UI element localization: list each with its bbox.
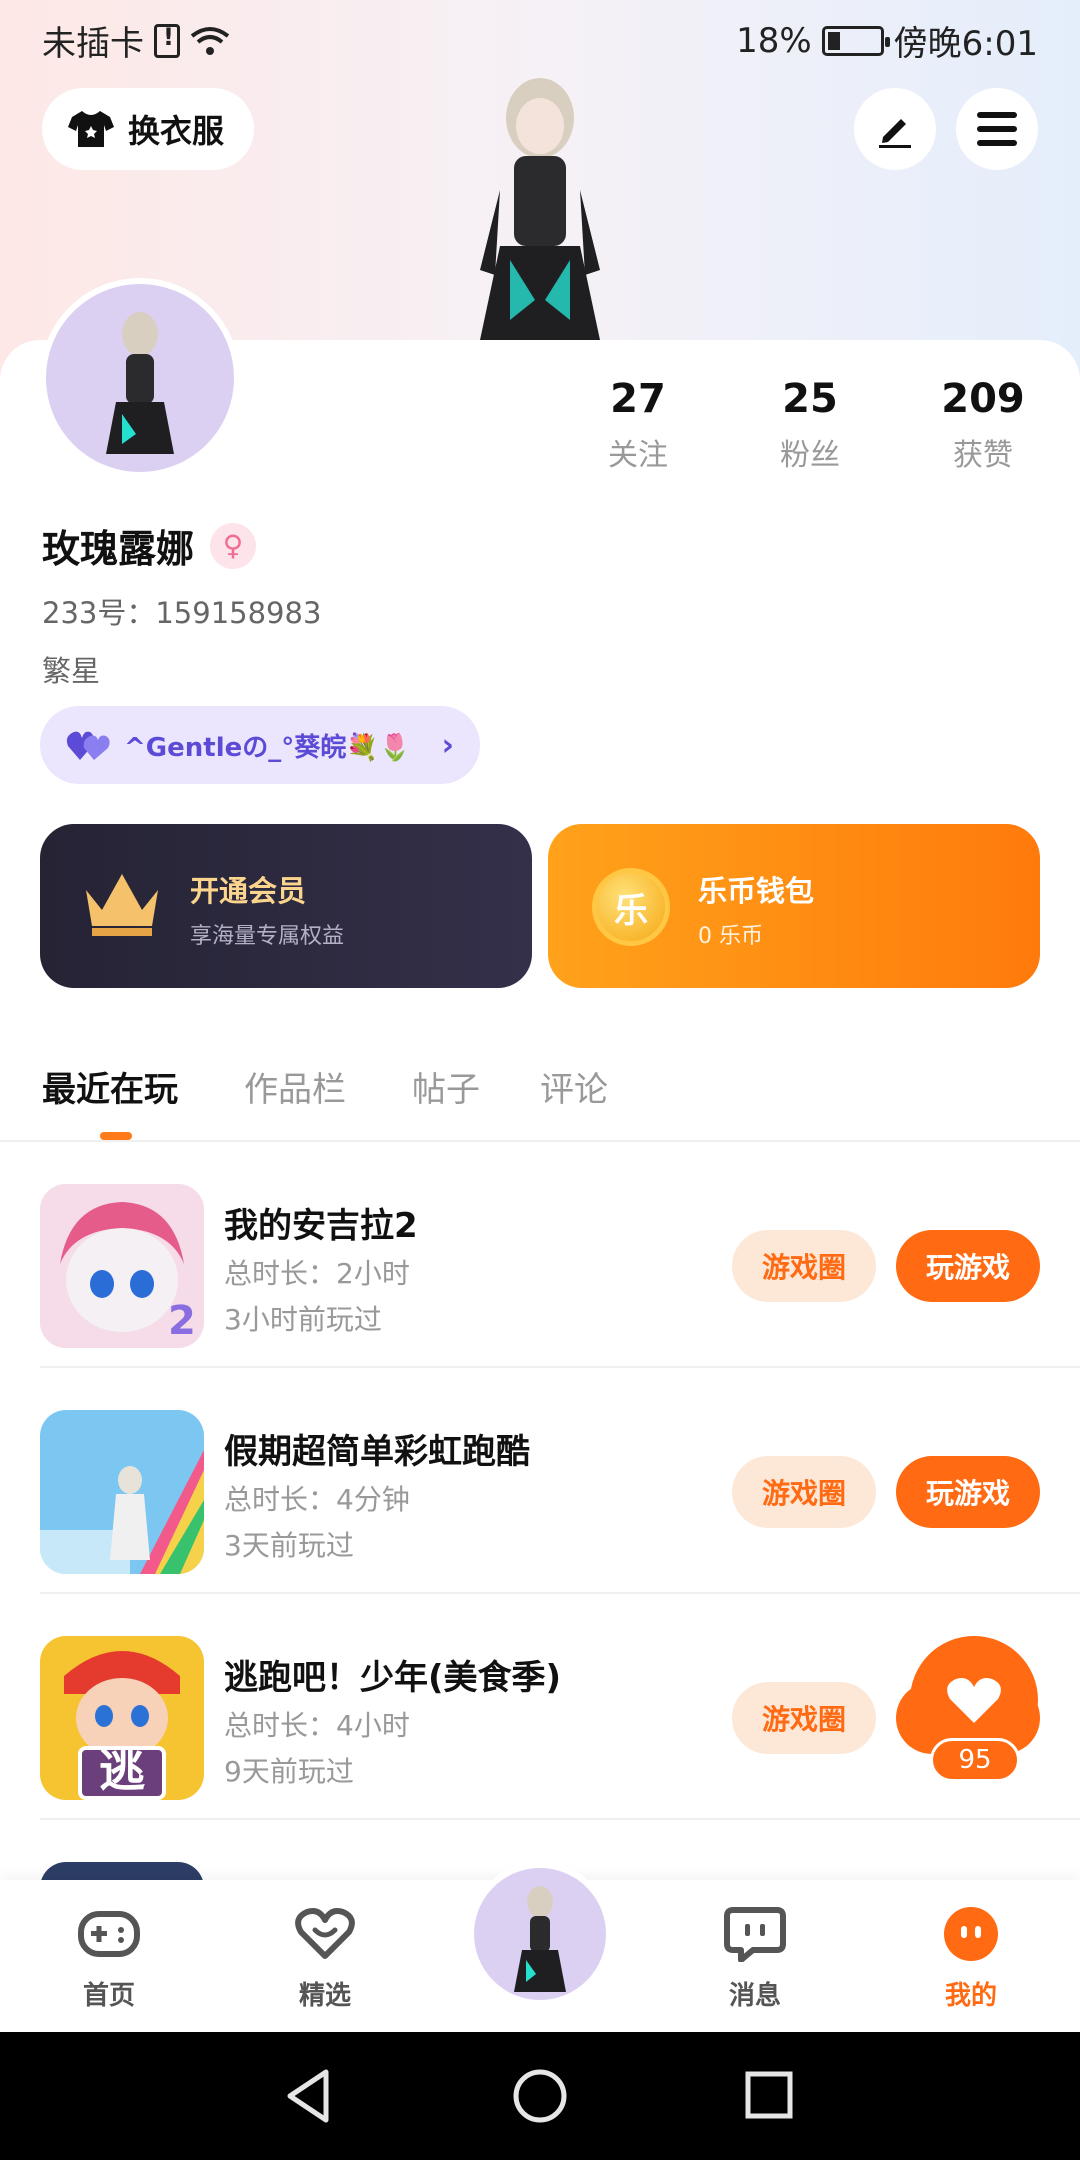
- wifi-icon: [190, 26, 230, 55]
- stat-followers-label: 粉丝: [780, 438, 840, 473]
- nav-messages[interactable]: 消息: [680, 1904, 830, 2012]
- chat-bubble-icon: [724, 1907, 786, 1963]
- nav-avatar-button[interactable]: [468, 1862, 612, 2006]
- recents-icon: [745, 2071, 793, 2119]
- avatar-figure-image: [106, 312, 174, 454]
- stat-followers[interactable]: 25 粉丝: [730, 376, 890, 474]
- sim-alert-icon: [154, 23, 180, 58]
- game-circle-button[interactable]: 游戏圈: [732, 1456, 876, 1528]
- tab-active-indicator: [100, 1132, 132, 1140]
- game-row[interactable]: 假期超简单彩虹跑酷 总时长：4分钟 3天前玩过 游戏圈 玩游戏: [0, 1368, 1080, 1594]
- tab-recently-played[interactable]: 最近在玩: [42, 1062, 178, 1111]
- game-total-duration: 总时长：4分钟: [224, 1483, 410, 1516]
- gamepad-icon: [78, 1911, 140, 1957]
- game-last-played: 3小时前玩过: [224, 1303, 382, 1336]
- name-row: 玫瑰露娜 ♀: [42, 518, 257, 573]
- game-circle-button[interactable]: 游戏圈: [732, 1230, 876, 1302]
- fan-group-tag[interactable]: ^Gentleの_°葵皖💐🌷 ›: [40, 706, 480, 784]
- game-thumbnail[interactable]: [40, 1410, 204, 1574]
- profile-face-icon: [944, 1907, 998, 1961]
- edit-profile-button[interactable]: [854, 88, 936, 170]
- nav-home[interactable]: 首页: [34, 1904, 184, 2012]
- membership-card[interactable]: 开通会员 享海量专属权益: [40, 824, 532, 988]
- female-gender-icon: ♀: [210, 522, 257, 569]
- nav-me-label: 我的: [944, 1981, 997, 2011]
- avatar-figure-image: [514, 1886, 566, 1992]
- membership-title: 开通会员: [190, 874, 307, 908]
- tab-works[interactable]: 作品栏: [244, 1062, 346, 1111]
- heart-icon: [947, 1678, 1001, 1723]
- system-nav-icons: [287, 2069, 793, 2123]
- menu-button[interactable]: [956, 88, 1038, 170]
- nav-messages-label: 消息: [728, 1981, 781, 2011]
- game-total-duration: 总时长：2小时: [224, 1257, 410, 1290]
- clock: 傍晚6:01: [893, 24, 1038, 64]
- battery-percent: 18%: [736, 20, 812, 61]
- system-navigation-bar: [0, 2032, 1080, 2160]
- character-figure-image: [480, 78, 600, 340]
- game-circle-button[interactable]: 游戏圈: [732, 1682, 876, 1754]
- tab-comments[interactable]: 评论: [540, 1062, 608, 1111]
- game-last-played: 9天前玩过: [224, 1755, 354, 1788]
- stat-following-label: 关注: [608, 438, 668, 473]
- game-thumbnail[interactable]: 2: [40, 1184, 204, 1348]
- change-outfit-button[interactable]: 换衣服: [42, 88, 255, 170]
- svg-text:2: 2: [168, 1298, 196, 1344]
- screen: 未插卡 18% 傍晚6:01 换衣服: [0, 0, 1080, 2160]
- change-outfit-label: 换衣服: [128, 112, 225, 150]
- chevron-right-icon: ›: [441, 727, 454, 763]
- nav-me[interactable]: 我的: [896, 1904, 1046, 2012]
- membership-subtitle: 享海量专属权益: [190, 924, 345, 949]
- crown-icon: [86, 874, 158, 936]
- battery-icon: [821, 25, 890, 56]
- shirt-icon: [68, 111, 114, 147]
- stat-following[interactable]: 27 关注: [558, 376, 718, 474]
- stat-likes[interactable]: 209 获赞: [903, 376, 1063, 474]
- stat-likes-value: 209: [941, 376, 1025, 422]
- double-heart-icon: [66, 731, 110, 760]
- game-title: 逃跑吧！少年(美食季): [224, 1658, 562, 1698]
- coin-icon: 乐: [592, 868, 670, 946]
- game-thumbnail-label: 逃: [99, 1743, 145, 1797]
- profile-tabs: 最近在玩 作品栏 帖子 评论: [0, 1050, 1080, 1142]
- wallet-title: 乐币钱包: [698, 874, 815, 908]
- menu-icon: [977, 112, 1017, 146]
- stat-followers-value: 25: [782, 376, 838, 422]
- like-count-badge: 95: [930, 1738, 1020, 1782]
- profile-name: 玫瑰露娜: [42, 527, 195, 571]
- game-total-duration: 总时长：4小时: [224, 1709, 410, 1742]
- stat-following-value: 27: [610, 376, 666, 422]
- home-icon: [513, 2069, 567, 2123]
- status-bar: 未插卡 18% 傍晚6:01: [0, 0, 1080, 76]
- game-row[interactable]: 2 我的安吉拉2 总时长：2小时 3小时前玩过 游戏圈 玩游戏: [0, 1142, 1080, 1368]
- carrier-text: 未插卡: [42, 24, 144, 64]
- angela-game-image: 2: [40, 1184, 204, 1348]
- stat-likes-label: 获赞: [953, 438, 1013, 473]
- game-title: 我的安吉拉2: [224, 1206, 418, 1246]
- play-game-button[interactable]: 玩游戏: [896, 1230, 1040, 1302]
- play-game-button[interactable]: 玩游戏: [896, 1456, 1040, 1528]
- nav-featured[interactable]: 精选: [250, 1904, 400, 2012]
- wallet-balance: 0 乐币: [698, 924, 763, 949]
- rainbow-parkour-game-image: [40, 1410, 204, 1574]
- user-id: 233号：159158983: [42, 596, 322, 630]
- edit-icon: [879, 119, 911, 148]
- wallet-card[interactable]: 乐 乐币钱包 0 乐币: [548, 824, 1040, 988]
- fan-group-text: ^Gentleの_°葵皖💐🌷: [124, 732, 411, 763]
- nav-featured-label: 精选: [298, 1981, 351, 2011]
- game-last-played: 3天前玩过: [224, 1529, 354, 1562]
- nav-home-label: 首页: [82, 1981, 135, 2011]
- avatar[interactable]: [40, 278, 240, 478]
- back-icon: [287, 2069, 329, 2123]
- game-title: 假期超简单彩虹跑酷: [224, 1432, 530, 1472]
- tab-posts[interactable]: 帖子: [412, 1062, 480, 1111]
- heart-outline-icon: [295, 1908, 355, 1959]
- bio: 繁星: [42, 654, 101, 688]
